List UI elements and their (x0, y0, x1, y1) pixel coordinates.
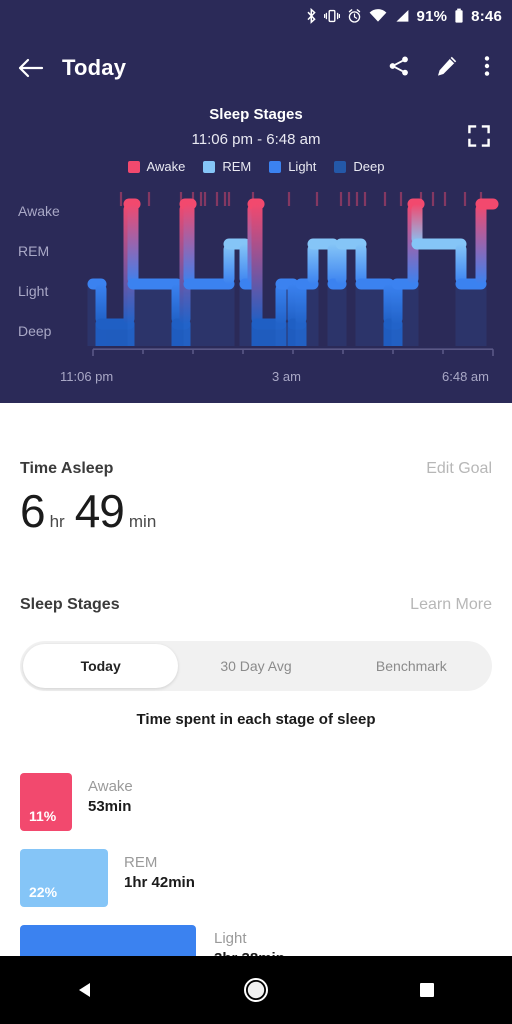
stage-name-awake: Awake (88, 778, 133, 795)
wifi-icon (369, 9, 386, 22)
share-icon (389, 56, 408, 75)
hypnogram-axis-labels: 11:06 pm 3 am 6:48 am (0, 370, 512, 388)
chart-legend: Awake REM Light Deep (0, 159, 512, 174)
time-asleep-minutes: 49 (74, 485, 125, 537)
stage-name-light: Light (214, 930, 247, 947)
time-asleep-value: 6 hr 49 min (20, 488, 166, 534)
chart-time-range: 11:06 pm - 6:48 am (191, 131, 321, 148)
axis-time-middle: 3 am (272, 369, 301, 384)
sleep-stages-header: Sleep Stages Learn More (0, 596, 512, 614)
clock-label: 8:46 (471, 7, 502, 25)
axis-time-end: 6:48 am (442, 369, 489, 384)
stage-row-rem[interactable]: 22% REM 1hr 42min (0, 849, 512, 912)
back-button[interactable] (0, 57, 62, 79)
stage-text-awake: Awake 53min (88, 777, 133, 818)
signal-icon (395, 10, 408, 22)
axis-time-start: 11:06 pm (60, 369, 114, 384)
expand-chart-button[interactable] (468, 125, 490, 152)
stage-percent-awake: 11% (29, 808, 57, 824)
legend-item-awake: Awake (127, 159, 186, 174)
stage-duration-awake: 53min (88, 798, 132, 816)
alarm-icon (348, 9, 360, 23)
details-sheet: Time Asleep Edit Goal 6 hr 49 min Sleep … (0, 403, 512, 983)
overflow-menu-icon (484, 55, 490, 76)
app-bar: Today (0, 46, 512, 90)
vibrate-icon (323, 9, 340, 23)
time-asleep-header: Time Asleep Edit Goal (0, 460, 512, 478)
expand-icon (468, 125, 490, 147)
time-asleep-minutes-unit: min (128, 512, 157, 531)
time-asleep-hours-unit: hr (49, 512, 65, 531)
sleep-stages-title: Sleep Stages (20, 596, 120, 613)
legend-item-deep: Deep (334, 159, 384, 174)
stage-row-awake[interactable]: 11% Awake 53min (0, 773, 512, 836)
legend-swatch-light (269, 160, 282, 173)
legend-swatch-awake (127, 160, 140, 173)
stage-bar-awake: 11% (20, 773, 72, 831)
recents-square-icon (419, 983, 434, 997)
legend-label-deep: Deep (353, 159, 385, 174)
learn-more-link[interactable]: Learn More (410, 596, 492, 614)
battery-icon (455, 8, 463, 23)
stage-name-rem: REM (124, 854, 158, 871)
nav-back-button[interactable] (40, 965, 130, 1015)
stages-tab-group: Today 30 Day Avg Benchmark (20, 641, 492, 691)
back-arrow-icon (18, 58, 44, 78)
sleep-hero-panel: 91% 8:46 Today Sleep Stages 11:06 pm - 6… (0, 0, 512, 403)
stage-duration-rem: 1hr 42min (124, 874, 195, 892)
overflow-menu-button[interactable] (484, 55, 490, 82)
legend-label-light: Light (288, 159, 317, 174)
system-navigation-bar (0, 956, 512, 1024)
chart-title: Sleep Stages (209, 106, 303, 123)
stages-subtitle: Time spent in each stage of sleep (136, 711, 376, 728)
stage-percent-rem: 22% (29, 884, 58, 900)
stage-bar-rem: 22% (20, 849, 108, 907)
tab-benchmark[interactable]: Benchmark (334, 644, 489, 688)
stage-text-rem: REM 1hr 42min (124, 853, 195, 894)
tab-30-day-avg[interactable]: 30 Day Avg (178, 644, 333, 688)
time-asleep-hours: 6 (20, 485, 46, 537)
status-bar: 91% 8:46 (0, 0, 512, 32)
hypnogram-axis (92, 348, 494, 356)
bluetooth-icon (307, 8, 316, 24)
legend-item-light: Light (269, 159, 316, 174)
edit-button[interactable] (436, 55, 458, 82)
hypnogram-chart[interactable] (0, 186, 512, 361)
page-title: Today (62, 55, 127, 80)
nav-home-button[interactable] (211, 965, 301, 1015)
app-bar-actions (388, 55, 512, 82)
legend-swatch-deep (334, 160, 347, 173)
nav-recents-button[interactable] (382, 965, 472, 1015)
edit-goal-link[interactable]: Edit Goal (426, 460, 492, 478)
tab-today[interactable]: Today (23, 644, 179, 688)
time-asleep-title: Time Asleep (20, 460, 114, 477)
legend-item-rem: REM (203, 159, 251, 174)
home-circle-icon (243, 978, 268, 1002)
back-triangle-icon (79, 983, 91, 997)
legend-label-awake: Awake (146, 159, 186, 174)
battery-percent-label: 91% (416, 7, 448, 25)
share-button[interactable] (388, 55, 410, 82)
legend-label-rem: REM (222, 159, 252, 174)
edit-icon (438, 56, 457, 76)
legend-swatch-rem (203, 160, 216, 173)
